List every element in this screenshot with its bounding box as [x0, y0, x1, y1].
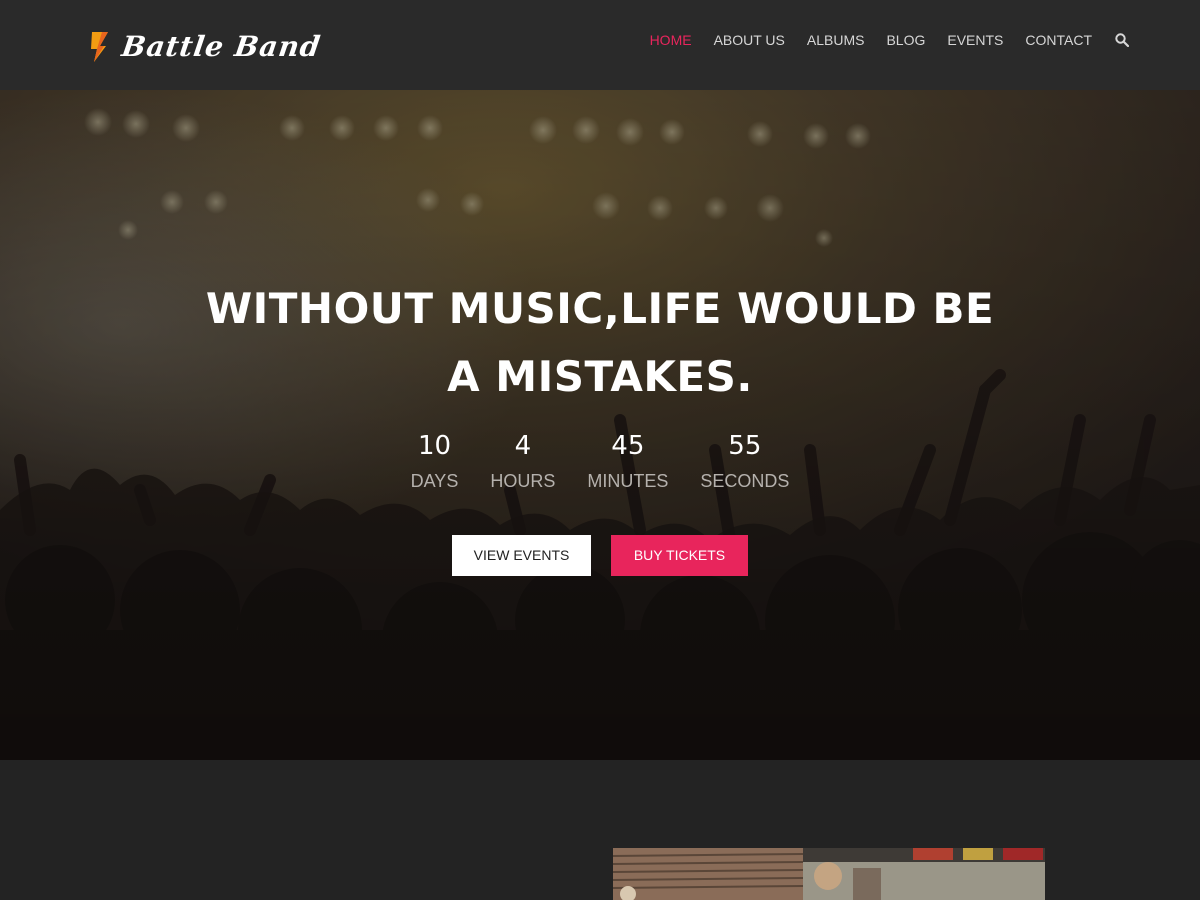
buy-tickets-button[interactable]: BUY TICKETS	[611, 535, 748, 576]
nav-item-albums[interactable]: ALBUMS	[807, 32, 865, 48]
countdown-hours: 4 HOURS	[490, 430, 555, 492]
band-photo	[613, 848, 1045, 900]
about-section	[0, 760, 1200, 900]
countdown-days-label: DAYS	[410, 471, 459, 491]
nav-item-blog[interactable]: BLOG	[886, 32, 925, 48]
countdown-seconds-label: SECONDS	[700, 471, 790, 491]
nav-item-contact[interactable]: CONTACT	[1025, 32, 1092, 48]
countdown-timer: 10 DAYS 4 HOURS 45 MINUTES 55 SECONDS	[0, 430, 1200, 492]
site-header: Battle Band HOME ABOUT US ALBUMS BLOG EV…	[0, 0, 1200, 90]
hero-title-line-1: WITHOUT MUSIC,LIFE WOULD BE	[205, 284, 995, 333]
countdown-hours-value: 4	[514, 431, 532, 461]
nav-item-about-us[interactable]: ABOUT US	[714, 32, 785, 48]
countdown-seconds: 55 SECONDS	[700, 430, 789, 492]
guitar-bolt-icon	[91, 32, 108, 62]
countdown-days-value: 10	[417, 431, 452, 461]
hero-buttons: VIEW EVENTS BUY TICKETS	[0, 535, 1200, 576]
hero-title-line-2: A MISTAKES.	[447, 352, 753, 401]
hero-section: WITHOUT MUSIC,LIFE WOULD BE A MISTAKES. …	[0, 90, 1200, 760]
countdown-minutes-label: MINUTES	[587, 471, 669, 491]
countdown-days: 10 DAYS	[411, 430, 459, 492]
hero-title: WITHOUT MUSIC,LIFE WOULD BE A MISTAKES.	[150, 275, 1050, 411]
countdown-seconds-value: 55	[728, 431, 762, 461]
countdown-minutes-value: 45	[611, 431, 645, 461]
view-events-button[interactable]: VIEW EVENTS	[452, 535, 591, 576]
main-nav: HOME ABOUT US ALBUMS BLOG EVENTS CONTACT	[650, 30, 1130, 50]
site-logo[interactable]: Battle Band	[86, 26, 323, 66]
countdown-minutes: 45 MINUTES	[587, 430, 668, 492]
brand-name: Battle Band	[119, 29, 323, 63]
hero-content: WITHOUT MUSIC,LIFE WOULD BE A MISTAKES. …	[0, 90, 1200, 760]
countdown-hours-label: HOURS	[490, 471, 556, 491]
search-icon[interactable]	[1114, 32, 1130, 48]
nav-item-events[interactable]: EVENTS	[947, 32, 1003, 48]
nav-item-home[interactable]: HOME	[650, 32, 692, 48]
